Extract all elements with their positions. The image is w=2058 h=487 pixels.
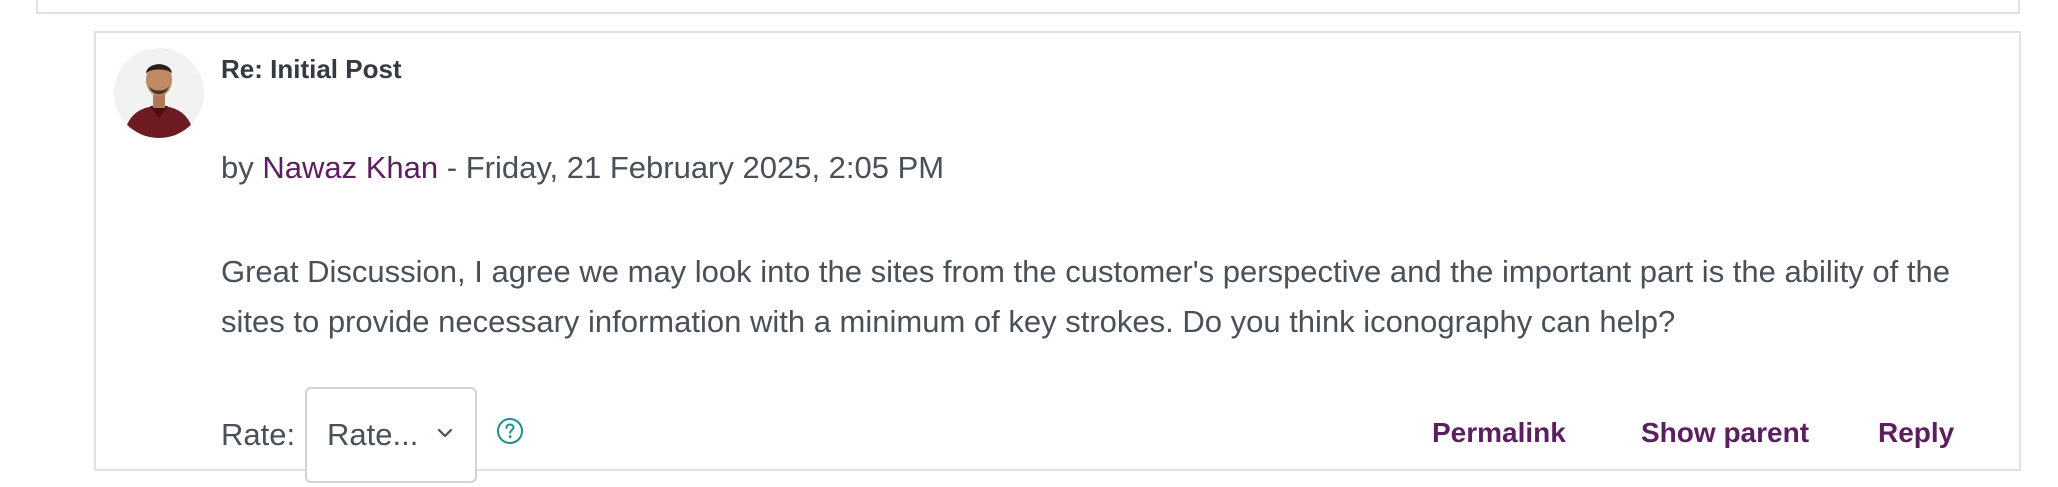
show-parent-link[interactable]: Show parent	[1641, 417, 1809, 449]
post-body: Great Discussion, I agree we may look in…	[221, 254, 1950, 339]
rate-label: Rate:	[221, 417, 296, 452]
post-title: Re: Initial Post	[221, 54, 402, 84]
byline-prefix: by	[221, 150, 263, 185]
post-byline: by Nawaz Khan - Friday, 21 February 2025…	[221, 150, 944, 186]
author-avatar[interactable]	[114, 48, 204, 138]
post-date: - Friday, 21 February 2025, 2:05 PM	[438, 150, 945, 185]
forum-post: Re: Initial Post by Nawaz Khan - Friday,…	[94, 31, 2021, 483]
permalink-link[interactable]: Permalink	[1432, 417, 1566, 449]
previous-post-frame	[36, 0, 2020, 14]
avatar-photo	[114, 48, 204, 138]
rate-select-value: Rate...	[327, 417, 419, 452]
chevron-down-icon	[437, 428, 453, 438]
author-link[interactable]: Nawaz Khan	[262, 150, 438, 185]
question-circle-icon[interactable]	[496, 417, 524, 445]
rate-select[interactable]: Rate...	[305, 387, 477, 483]
reply-link[interactable]: Reply	[1878, 417, 1954, 449]
